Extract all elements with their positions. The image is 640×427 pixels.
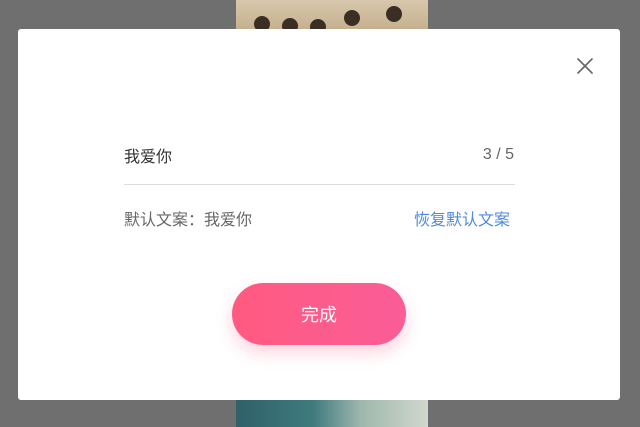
- default-text-info: 默认文案：我爱你: [124, 206, 252, 230]
- default-text-value: 我爱你: [204, 210, 253, 229]
- restore-default-link[interactable]: 恢复默认文案: [414, 206, 510, 230]
- character-count: 3 / 5: [482, 146, 514, 163]
- default-text-label: 默认文案：: [124, 210, 205, 229]
- guide-line-left: [0, 199, 18, 200]
- guide-line-right: [620, 199, 640, 200]
- text-input[interactable]: [124, 141, 404, 169]
- input-underline: [124, 184, 515, 185]
- edit-text-dialog: 3 / 5 默认文案：我爱你 恢复默认文案 完成: [18, 29, 620, 400]
- background-photo-bottom: [236, 398, 428, 427]
- done-button[interactable]: 完成: [232, 283, 406, 345]
- close-button[interactable]: [574, 55, 596, 77]
- close-icon: [577, 58, 593, 74]
